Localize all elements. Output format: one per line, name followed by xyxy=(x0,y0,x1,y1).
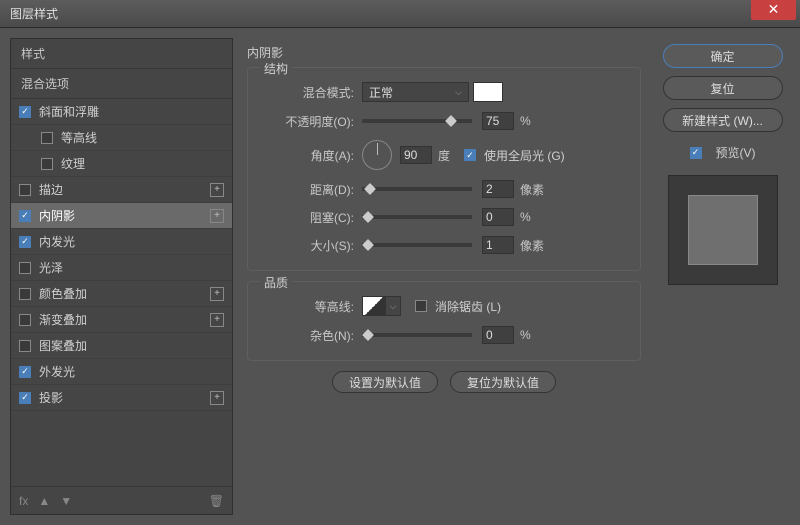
angle-input[interactable]: 90 xyxy=(400,146,432,164)
antialias-checkbox[interactable] xyxy=(415,300,427,312)
angle-dial[interactable] xyxy=(362,140,392,170)
sidebar-item[interactable]: 纹理 xyxy=(11,151,232,177)
quality-group: 品质 等高线: ⌵ 消除锯齿 (L) 杂色(N): 0 % xyxy=(247,281,641,361)
preview-checkbox[interactable] xyxy=(690,147,702,159)
global-light-checkbox[interactable] xyxy=(464,149,476,161)
distance-label: 距离(D): xyxy=(264,181,354,198)
style-checkbox[interactable] xyxy=(19,210,31,222)
contour-dropdown[interactable]: ⌵ xyxy=(385,296,401,316)
make-default-button[interactable]: 设置为默认值 xyxy=(332,371,438,393)
noise-label: 杂色(N): xyxy=(264,327,354,344)
cancel-button[interactable]: 复位 xyxy=(663,76,783,100)
add-effect-icon[interactable]: + xyxy=(210,391,224,405)
style-checkbox[interactable] xyxy=(19,392,31,404)
size-input[interactable]: 1 xyxy=(482,236,514,254)
antialias-label: 消除锯齿 (L) xyxy=(435,298,501,315)
quality-legend: 品质 xyxy=(260,274,292,291)
sidebar-item[interactable]: 投影 + xyxy=(11,385,232,411)
ok-button[interactable]: 确定 xyxy=(663,44,783,68)
style-label: 光泽 xyxy=(39,259,63,276)
style-checkbox[interactable] xyxy=(19,236,31,248)
sidebar-header-blend[interactable]: 混合选项 xyxy=(11,69,232,99)
preview-label: 预览(V) xyxy=(716,144,756,161)
structure-group: 结构 混合模式: 正常 ⌵ 不透明度(O): 75 % 角度(A): 90 度 xyxy=(247,67,641,271)
arrow-down-icon[interactable]: ▼ xyxy=(60,494,72,508)
window-title: 图层样式 xyxy=(10,5,58,22)
style-checkbox[interactable] xyxy=(19,184,31,196)
style-label: 图案叠加 xyxy=(39,337,87,354)
shadow-color-swatch[interactable] xyxy=(473,82,503,102)
style-label: 纹理 xyxy=(61,155,85,172)
sidebar-item[interactable]: 图案叠加 xyxy=(11,333,232,359)
style-label: 斜面和浮雕 xyxy=(39,103,99,120)
sidebar-header-styles[interactable]: 样式 xyxy=(11,39,232,69)
style-label: 内阴影 xyxy=(39,207,75,224)
fx-icon[interactable]: fx xyxy=(19,494,28,508)
style-checkbox[interactable] xyxy=(41,158,53,170)
style-label: 描边 xyxy=(39,181,63,198)
style-label: 等高线 xyxy=(61,129,97,146)
close-button[interactable]: ✕ xyxy=(751,0,796,20)
sidebar-item[interactable]: 颜色叠加 + xyxy=(11,281,232,307)
choke-label: 阻塞(C): xyxy=(264,209,354,226)
titlebar: 图层样式 ✕ xyxy=(0,0,800,28)
sidebar-item[interactable]: 外发光 xyxy=(11,359,232,385)
style-label: 渐变叠加 xyxy=(39,311,87,328)
noise-input[interactable]: 0 xyxy=(482,326,514,344)
add-effect-icon[interactable]: + xyxy=(210,183,224,197)
preview-swatch xyxy=(688,195,758,265)
contour-label: 等高线: xyxy=(264,298,354,315)
sidebar-item[interactable]: 光泽 xyxy=(11,255,232,281)
sidebar-item[interactable]: 内阴影 + xyxy=(11,203,232,229)
size-slider[interactable] xyxy=(362,243,472,247)
style-label: 投影 xyxy=(39,389,63,406)
size-label: 大小(S): xyxy=(264,237,354,254)
chevron-down-icon: ⌵ xyxy=(455,87,462,98)
right-panel: 确定 复位 新建样式 (W)... 预览(V) xyxy=(655,38,790,515)
sidebar-item[interactable]: 渐变叠加 + xyxy=(11,307,232,333)
opacity-input[interactable]: 75 xyxy=(482,112,514,130)
choke-slider[interactable] xyxy=(362,215,472,219)
panel-title: 内阴影 xyxy=(247,44,641,61)
structure-legend: 结构 xyxy=(260,60,292,77)
distance-input[interactable]: 2 xyxy=(482,180,514,198)
style-checkbox[interactable] xyxy=(19,262,31,274)
global-light-label: 使用全局光 (G) xyxy=(484,147,565,164)
add-effect-icon[interactable]: + xyxy=(210,287,224,301)
angle-label: 角度(A): xyxy=(264,147,354,164)
sidebar-item[interactable]: 描边 + xyxy=(11,177,232,203)
contour-swatch[interactable] xyxy=(362,296,386,316)
blend-mode-label: 混合模式: xyxy=(264,84,354,101)
opacity-slider[interactable] xyxy=(362,119,472,123)
noise-slider[interactable] xyxy=(362,333,472,337)
trash-icon[interactable]: 🗑 xyxy=(209,494,224,508)
style-checkbox[interactable] xyxy=(19,314,31,326)
reset-default-button[interactable]: 复位为默认值 xyxy=(450,371,556,393)
distance-slider[interactable] xyxy=(362,187,472,191)
style-checkbox[interactable] xyxy=(19,366,31,378)
sidebar-item[interactable]: 等高线 xyxy=(11,125,232,151)
add-effect-icon[interactable]: + xyxy=(210,209,224,223)
style-label: 内发光 xyxy=(39,233,75,250)
add-effect-icon[interactable]: + xyxy=(210,313,224,327)
opacity-label: 不透明度(O): xyxy=(264,113,354,130)
arrow-up-icon[interactable]: ▲ xyxy=(38,494,50,508)
sidebar-item[interactable]: 斜面和浮雕 xyxy=(11,99,232,125)
new-style-button[interactable]: 新建样式 (W)... xyxy=(663,108,783,132)
style-label: 外发光 xyxy=(39,363,75,380)
sidebar-footer: fx ▲ ▼ 🗑 xyxy=(11,486,232,514)
blend-mode-dropdown[interactable]: 正常 ⌵ xyxy=(362,82,469,102)
styles-sidebar: 样式 混合选项 斜面和浮雕等高线纹理描边 + 内阴影 + 内发光光泽颜色叠加 + 渐变叠加 +… xyxy=(10,38,233,515)
style-checkbox[interactable] xyxy=(41,132,53,144)
style-checkbox[interactable] xyxy=(19,106,31,118)
preview-box xyxy=(668,175,778,285)
choke-input[interactable]: 0 xyxy=(482,208,514,226)
style-label: 颜色叠加 xyxy=(39,285,87,302)
style-checkbox[interactable] xyxy=(19,288,31,300)
settings-panel: 内阴影 结构 混合模式: 正常 ⌵ 不透明度(O): 75 % 角度(A): xyxy=(237,38,651,515)
sidebar-item[interactable]: 内发光 xyxy=(11,229,232,255)
style-checkbox[interactable] xyxy=(19,340,31,352)
